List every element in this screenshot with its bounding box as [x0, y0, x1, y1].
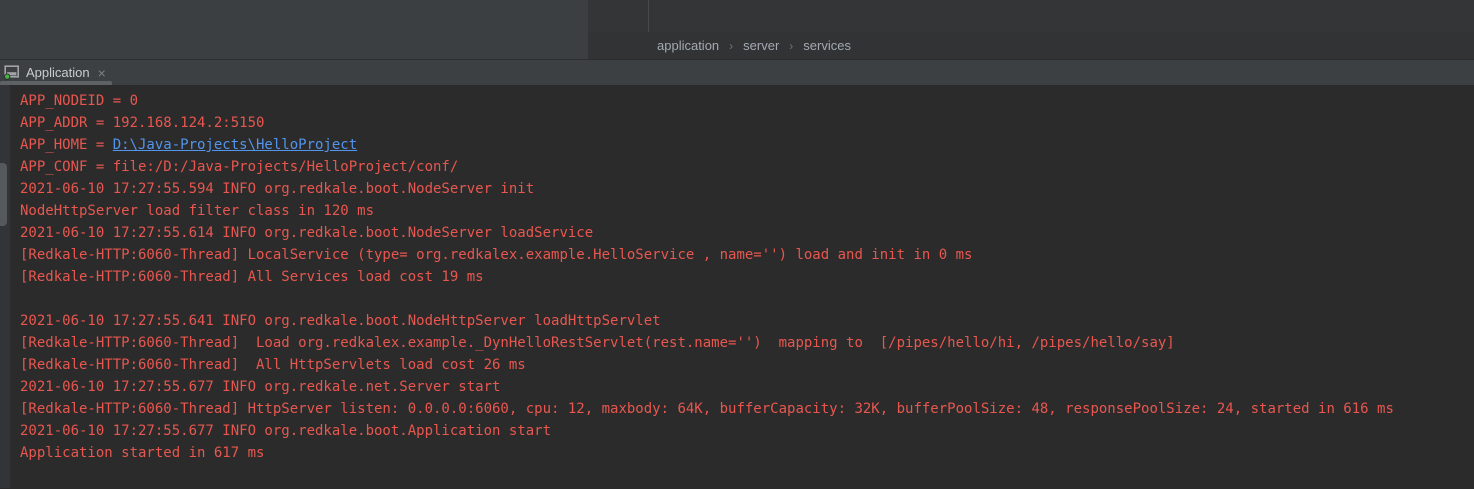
- console-line: Application started in 617 ms: [20, 442, 1474, 464]
- console-line: APP_ADDR = 192.168.124.2:5150: [20, 112, 1474, 134]
- console-line: [Redkale-HTTP:6060-Thread] LocalService …: [20, 244, 1474, 266]
- chevron-right-icon: ›: [729, 40, 733, 52]
- editor-empty-panel: [0, 0, 588, 59]
- console-line-prefix: APP_HOME =: [20, 137, 113, 153]
- console-line: APP_NODEID = 0: [20, 90, 1474, 112]
- console-lines: APP_NODEID = 0APP_ADDR = 192.168.124.2:5…: [20, 90, 1474, 464]
- console-line: [Redkale-HTTP:6060-Thread] All Services …: [20, 266, 1474, 288]
- console-output-panel: APP_NODEID = 0APP_ADDR = 192.168.124.2:5…: [0, 85, 1474, 488]
- console-line: APP_HOME = D:\Java-Projects\HelloProject: [20, 134, 1474, 156]
- console-line: 2021-06-10 17:27:55.641 INFO org.redkale…: [20, 310, 1474, 332]
- console-gutter: [0, 85, 10, 488]
- panel-divider: [648, 0, 649, 32]
- tab-application[interactable]: Application ×: [0, 60, 114, 85]
- close-icon[interactable]: ×: [98, 66, 106, 80]
- breadcrumb-item-services[interactable]: services: [803, 38, 851, 53]
- console-line: NodeHttpServer load filter class in 120 …: [20, 200, 1474, 222]
- console-line: 2021-06-10 17:27:55.594 INFO org.redkale…: [20, 178, 1474, 200]
- console-line: 2021-06-10 17:27:55.677 INFO org.redkale…: [20, 376, 1474, 398]
- editor-top-strip: [588, 0, 1474, 32]
- breadcrumb: application › server › services: [588, 32, 1474, 59]
- tab-application-label: Application: [26, 65, 90, 80]
- console-line: APP_CONF = file:/D:/Java-Projects/HelloP…: [20, 156, 1474, 178]
- console-line: [Redkale-HTTP:6060-Thread] HttpServer li…: [20, 398, 1474, 420]
- left-scrollbar-thumb[interactable]: [0, 163, 7, 226]
- breadcrumb-item-server[interactable]: server: [743, 38, 779, 53]
- chevron-right-icon: ›: [789, 40, 793, 52]
- file-path-link[interactable]: D:\Java-Projects\HelloProject: [113, 137, 357, 153]
- console-line: 2021-06-10 17:27:55.614 INFO org.redkale…: [20, 222, 1474, 244]
- run-console-icon: [4, 65, 20, 80]
- console-line: [Redkale-HTTP:6060-Thread] Load org.redk…: [20, 332, 1474, 354]
- console-line: [20, 288, 1474, 310]
- breadcrumb-item-application[interactable]: application: [657, 38, 719, 53]
- console-line: 2021-06-10 17:27:55.677 INFO org.redkale…: [20, 420, 1474, 442]
- console-line: [Redkale-HTTP:6060-Thread] All HttpServl…: [20, 354, 1474, 376]
- editor-header: application › server › services: [0, 0, 1474, 59]
- run-toolwindow-tabbar: Application ×: [0, 59, 1474, 85]
